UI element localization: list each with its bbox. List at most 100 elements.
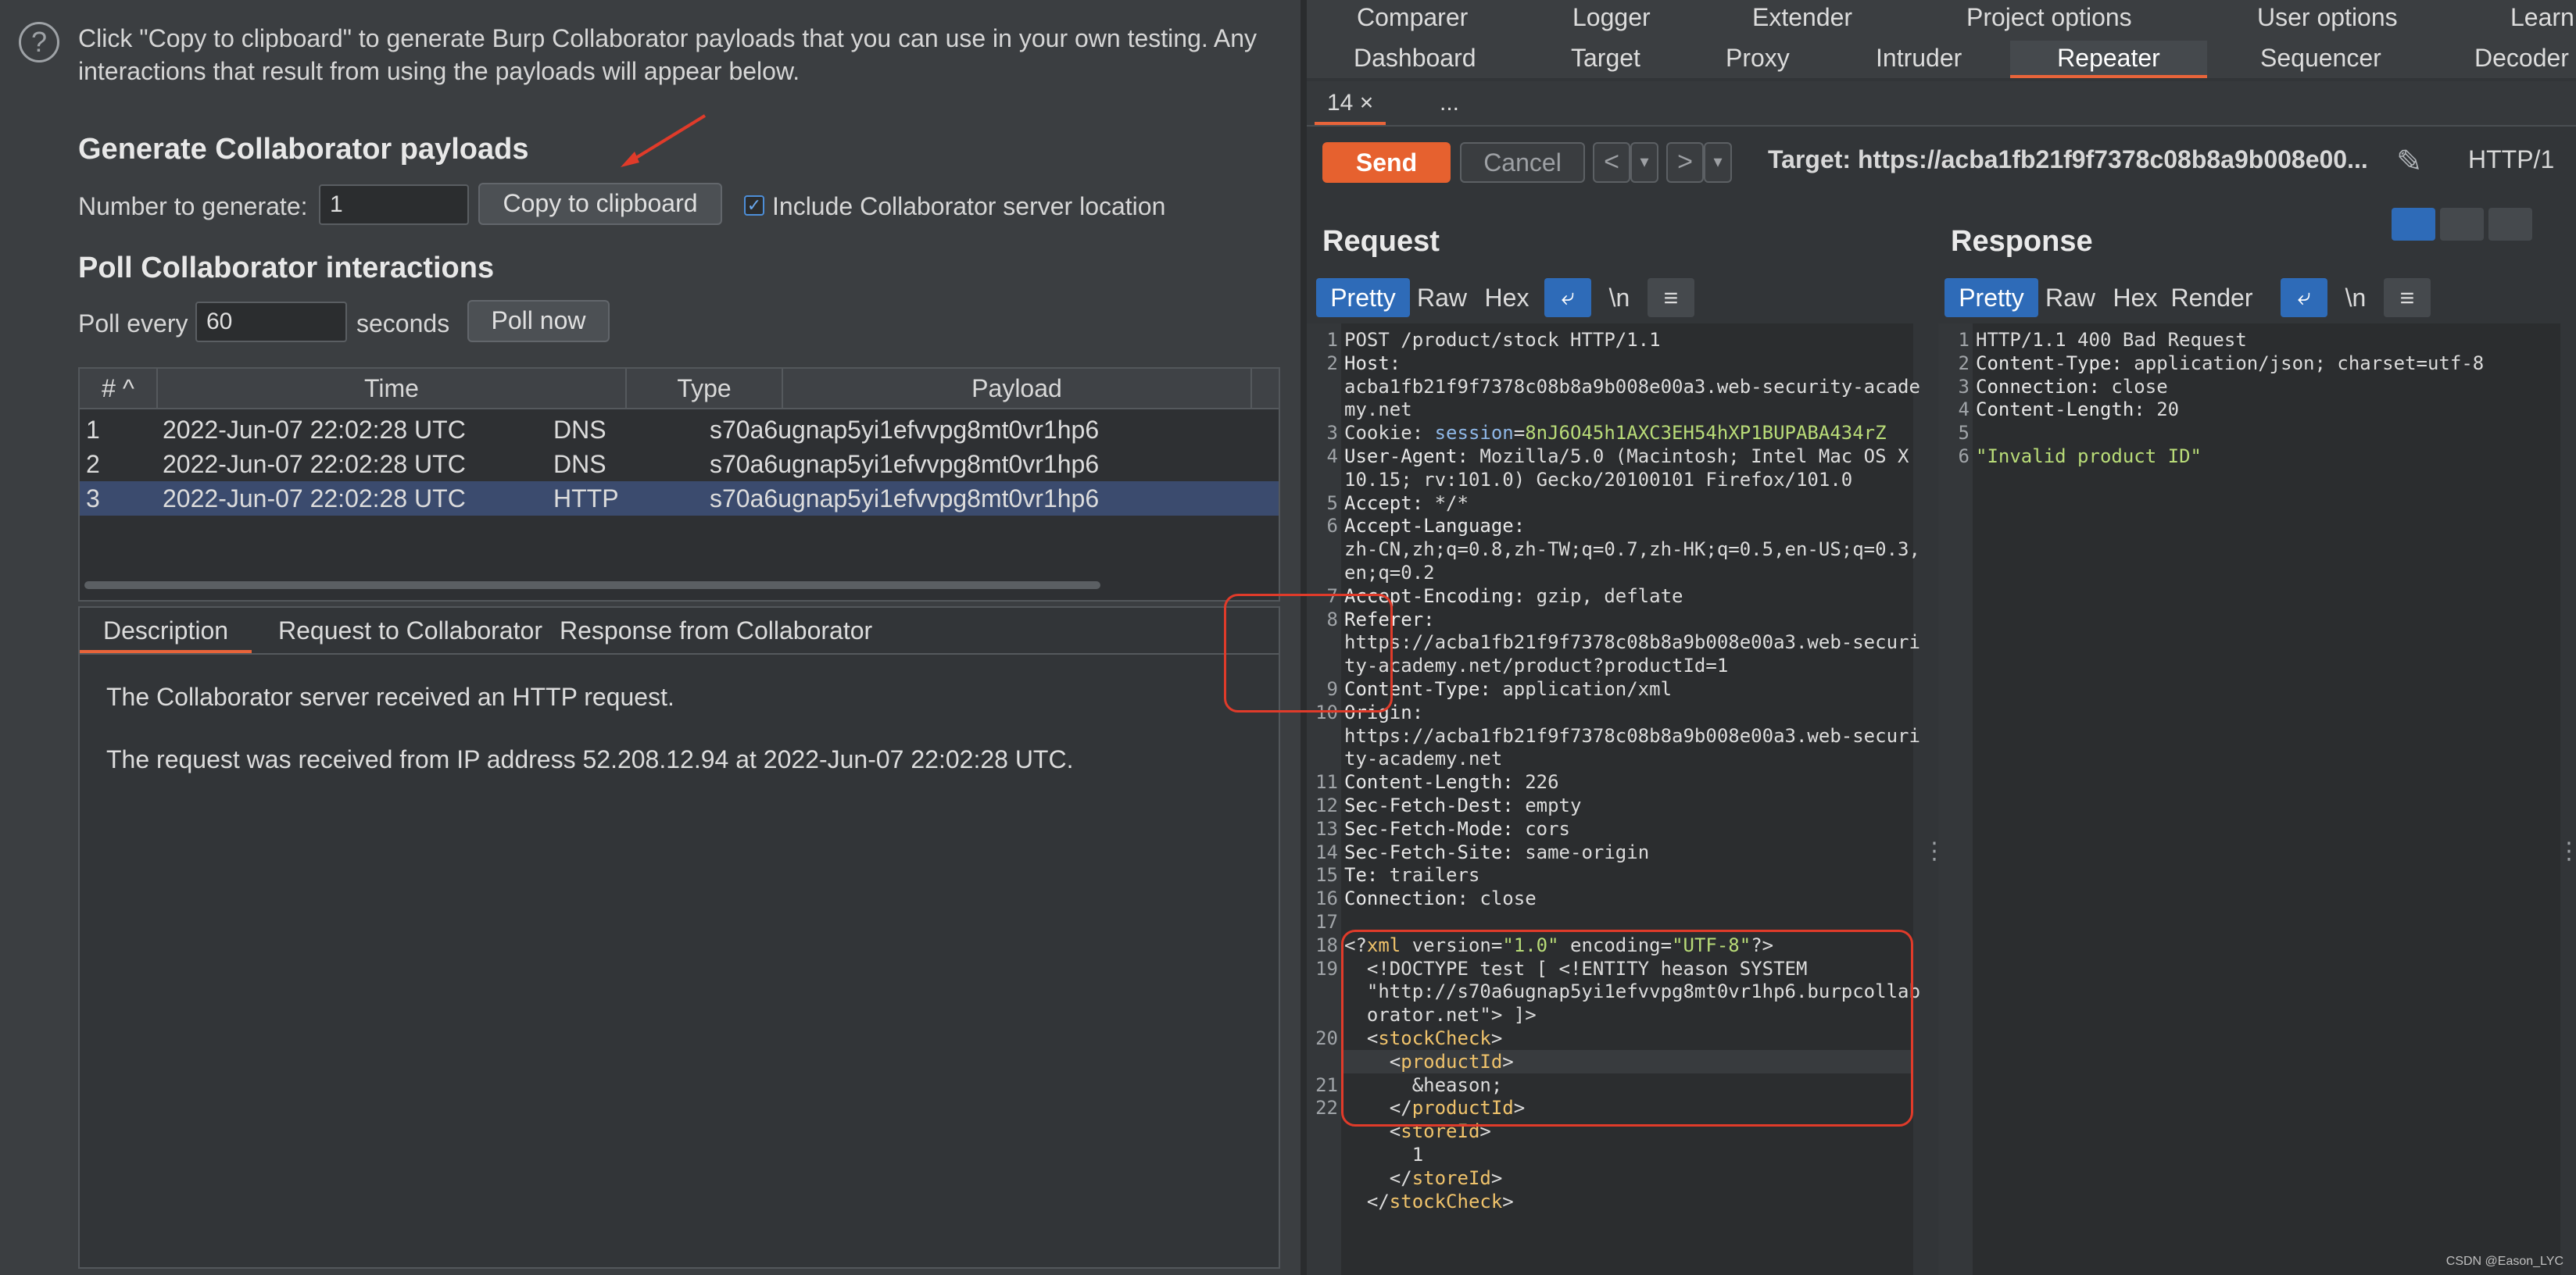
line-text: https://acba1fb21f9f7378c08b8a9b008e00a3… [1344,631,1920,654]
back-history-dropdown[interactable]: ▾ [1630,142,1658,183]
response-title: Response [1951,225,2093,258]
row-time: 2022-Jun-07 22:02:28 UTC [163,450,466,478]
nav-repeater[interactable]: Repeater [2010,41,2207,78]
line-text: Sec-Fetch-Mode: cors [1344,817,1570,840]
repeater-tab-more[interactable]: ... [1432,81,1467,125]
line-text: POST /product/stock HTTP/1.1 [1344,329,1661,351]
layout-side-by-side-icon[interactable] [2392,208,2435,241]
repeater-tab-14[interactable]: 14 × [1315,81,1386,125]
tab-request-to-collaborator[interactable]: Request to Collaborator [255,608,566,653]
response-tab-pretty[interactable]: Pretty [1945,278,2038,317]
detail-line-1: The Collaborator server received an HTTP… [106,683,674,711]
annotation-arrow-icon [621,114,707,167]
row-type: DNS [553,416,606,444]
row-payload: s70a6ugnap5yi1efvvpg8mt0vr1hp6 [710,416,1100,444]
copy-to-clipboard-button[interactable]: Copy to clipboard [478,183,722,225]
line-text: Sec-Fetch-Dest: empty [1344,795,1582,816]
request-tab-pretty[interactable]: Pretty [1316,278,1410,317]
poll-interval-input[interactable] [195,302,347,342]
cancel-button[interactable]: Cancel [1460,142,1585,183]
nav-extender[interactable]: Extender [1752,3,1852,32]
response-wrap-lines-icon[interactable]: ⤶ [2281,278,2327,317]
forward-history-dropdown[interactable]: ▾ [1704,142,1732,183]
target-url: Target: https://acba1fb21f9f7378c08b8a9b… [1768,145,2368,173]
table-row[interactable]: 1 2022-Jun-07 22:02:28 UTC DNS s70a6ugna… [80,412,1279,447]
show-newlines-button[interactable]: \n [1596,278,1643,317]
nav-user-options[interactable]: User options [2257,3,2398,32]
include-location-label: Include Collaborator server location [772,192,1166,220]
line-number: 5 [1326,491,1338,514]
edit-target-icon[interactable]: ✎ [2396,144,2423,180]
poll-now-button[interactable]: Poll now [467,300,610,342]
request-editor[interactable]: 1 POST /product/stock HTTP/1.1 2 Host: acba1… [1307,323,1920,1275]
back-button[interactable]: < [1593,142,1630,183]
line-text: 1 [1344,1144,1424,1166]
line-text: Content-Length: 226 [1344,771,1559,794]
line-text: </stockCheck> [1344,1190,1514,1212]
nav-decoder[interactable]: Decoder [2474,44,2569,73]
nav-intruder[interactable]: Intruder [1876,44,1962,73]
top-navigation: Comparer Logger Extender Project options… [1307,0,2576,78]
line-text: https://acba1fb21f9f7378c08b8a9b008e00a3… [1344,724,1920,747]
line-number: 18 [1315,934,1338,956]
request-menu-icon[interactable]: ≡ [1648,278,1694,317]
generate-payloads-title: Generate Collaborator payloads [78,133,529,166]
request-tab-hex[interactable]: Hex [1476,278,1538,317]
include-location-checkbox[interactable]: ✓ [744,195,764,216]
nav-learn[interactable]: Learn [2510,3,2574,32]
row-number: 1 [86,416,100,444]
help-icon[interactable]: ? [19,22,59,62]
repeater-toolbar: Send Cancel < ▾ > ▾ Target: https://acba… [1307,133,2576,191]
line-number: 12 [1315,795,1338,816]
line-number: 2 [1326,352,1338,374]
right-edge-handle-icon[interactable]: ⋮ [2557,838,2576,865]
line-text: "Invalid product ID" [1976,445,2202,467]
http-version[interactable]: HTTP/1 [2468,145,2554,174]
table-horizontal-scrollbar[interactable] [84,581,1100,589]
line-number: 3 [1326,422,1338,445]
line-number: 4 [1958,398,1970,421]
column-header-payload[interactable]: Payload [783,369,1252,408]
response-tab-hex[interactable]: Hex [2104,278,2166,317]
response-editor[interactable]: 1 HTTP/1.1 400 Bad Request 2 Content-Type: … [1938,323,2560,1275]
request-tab-raw[interactable]: Raw [1408,278,1476,317]
forward-button[interactable]: > [1666,142,1704,183]
nav-comparer[interactable]: Comparer [1357,3,1468,32]
response-tab-raw[interactable]: Raw [2037,278,2104,317]
nav-target[interactable]: Target [1571,44,1640,73]
interactions-table: # ^ Time Type Payload C 1 2022-Jun-07 22… [78,367,1280,602]
nav-project-options[interactable]: Project options [1966,3,2132,32]
tab-response-from-collaborator[interactable]: Response from Collaborator [536,608,896,653]
repeater-tabs: 14 × ... [1307,81,2576,127]
table-header: # ^ Time Type Payload C [80,369,1279,409]
detail-line-2: The request was received from IP address… [106,745,1074,773]
line-number: 5 [1958,422,1970,445]
number-to-generate-input[interactable] [319,184,469,225]
nav-sequencer[interactable]: Sequencer [2260,44,2381,73]
nav-logger[interactable]: Logger [1572,3,1651,32]
row-type: HTTP [553,484,619,512]
nav-dashboard[interactable]: Dashboard [1354,44,1476,73]
wrap-lines-icon[interactable]: ⤶ [1544,278,1591,317]
line-text: my.net [1344,398,1412,421]
layout-stacked-icon[interactable] [2440,208,2484,241]
column-header-time[interactable]: Time [158,369,627,408]
table-row-selected[interactable]: 3 2022-Jun-07 22:02:28 UTC HTTP s70a6ugn… [80,481,1279,516]
response-tab-render[interactable]: Render [2166,278,2257,317]
line-number: 21 [1315,1073,1338,1096]
table-row[interactable]: 2 2022-Jun-07 22:02:28 UTC DNS s70a6ugna… [80,447,1279,481]
column-header-comment[interactable]: C [1252,369,1279,408]
layout-single-icon[interactable] [2488,208,2532,241]
response-menu-icon[interactable]: ≡ [2384,278,2431,317]
nav-proxy[interactable]: Proxy [1726,44,1790,73]
column-header-number[interactable]: # ^ [80,369,158,408]
line-text: ty-academy.net [1344,748,1503,770]
request-title: Request [1322,225,1440,258]
line-number: 14 [1315,841,1338,863]
response-show-newlines-button[interactable]: \n [2332,278,2379,317]
tab-description[interactable]: Description [80,608,252,653]
send-button[interactable]: Send [1322,142,1451,183]
poll-every-label: Poll every [78,309,188,338]
column-header-type[interactable]: Type [627,369,783,408]
line-number: 13 [1315,817,1338,840]
